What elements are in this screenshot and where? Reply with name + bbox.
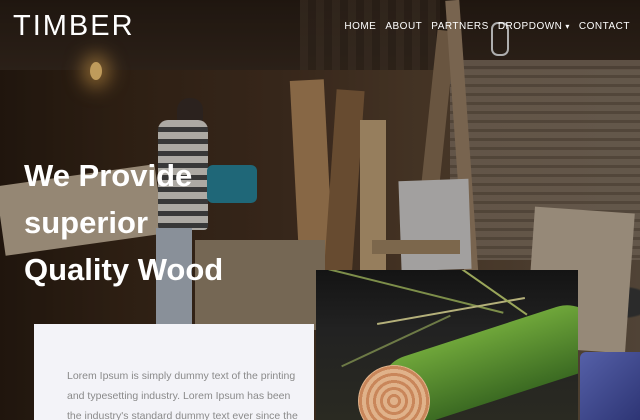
nav-partners[interactable]: PARTNERS — [431, 21, 489, 32]
main-nav: HOME ABOUT PARTNERS DROPDOWN ▾ CONTACT — [344, 21, 630, 32]
purple-stone-photo — [580, 352, 640, 420]
about-paragraph: Lorem Ipsum is simply dummy text of the … — [67, 370, 298, 420]
logs-photo — [316, 270, 578, 420]
hero-section: TIMBER HOME ABOUT PARTNERS DROPDOWN ▾ CON… — [0, 0, 640, 420]
about-text-card: Lorem Ipsum is simply dummy text of the … — [34, 324, 314, 420]
nav-dropdown[interactable]: DROPDOWN ▾ — [498, 21, 570, 32]
nav-home[interactable]: HOME — [344, 21, 376, 32]
hero-headline: We Provide superior Quality Wood — [24, 152, 324, 293]
nav-contact[interactable]: CONTACT — [579, 21, 630, 32]
site-logo[interactable]: TIMBER — [13, 10, 135, 43]
nav-dropdown-label: DROPDOWN — [497, 21, 563, 32]
chevron-down-icon: ▾ — [565, 22, 570, 31]
nav-about[interactable]: ABOUT — [385, 21, 422, 32]
hero-headline-line2: Quality Wood — [24, 251, 224, 287]
hero-headline-line1: We Provide superior — [24, 157, 193, 240]
